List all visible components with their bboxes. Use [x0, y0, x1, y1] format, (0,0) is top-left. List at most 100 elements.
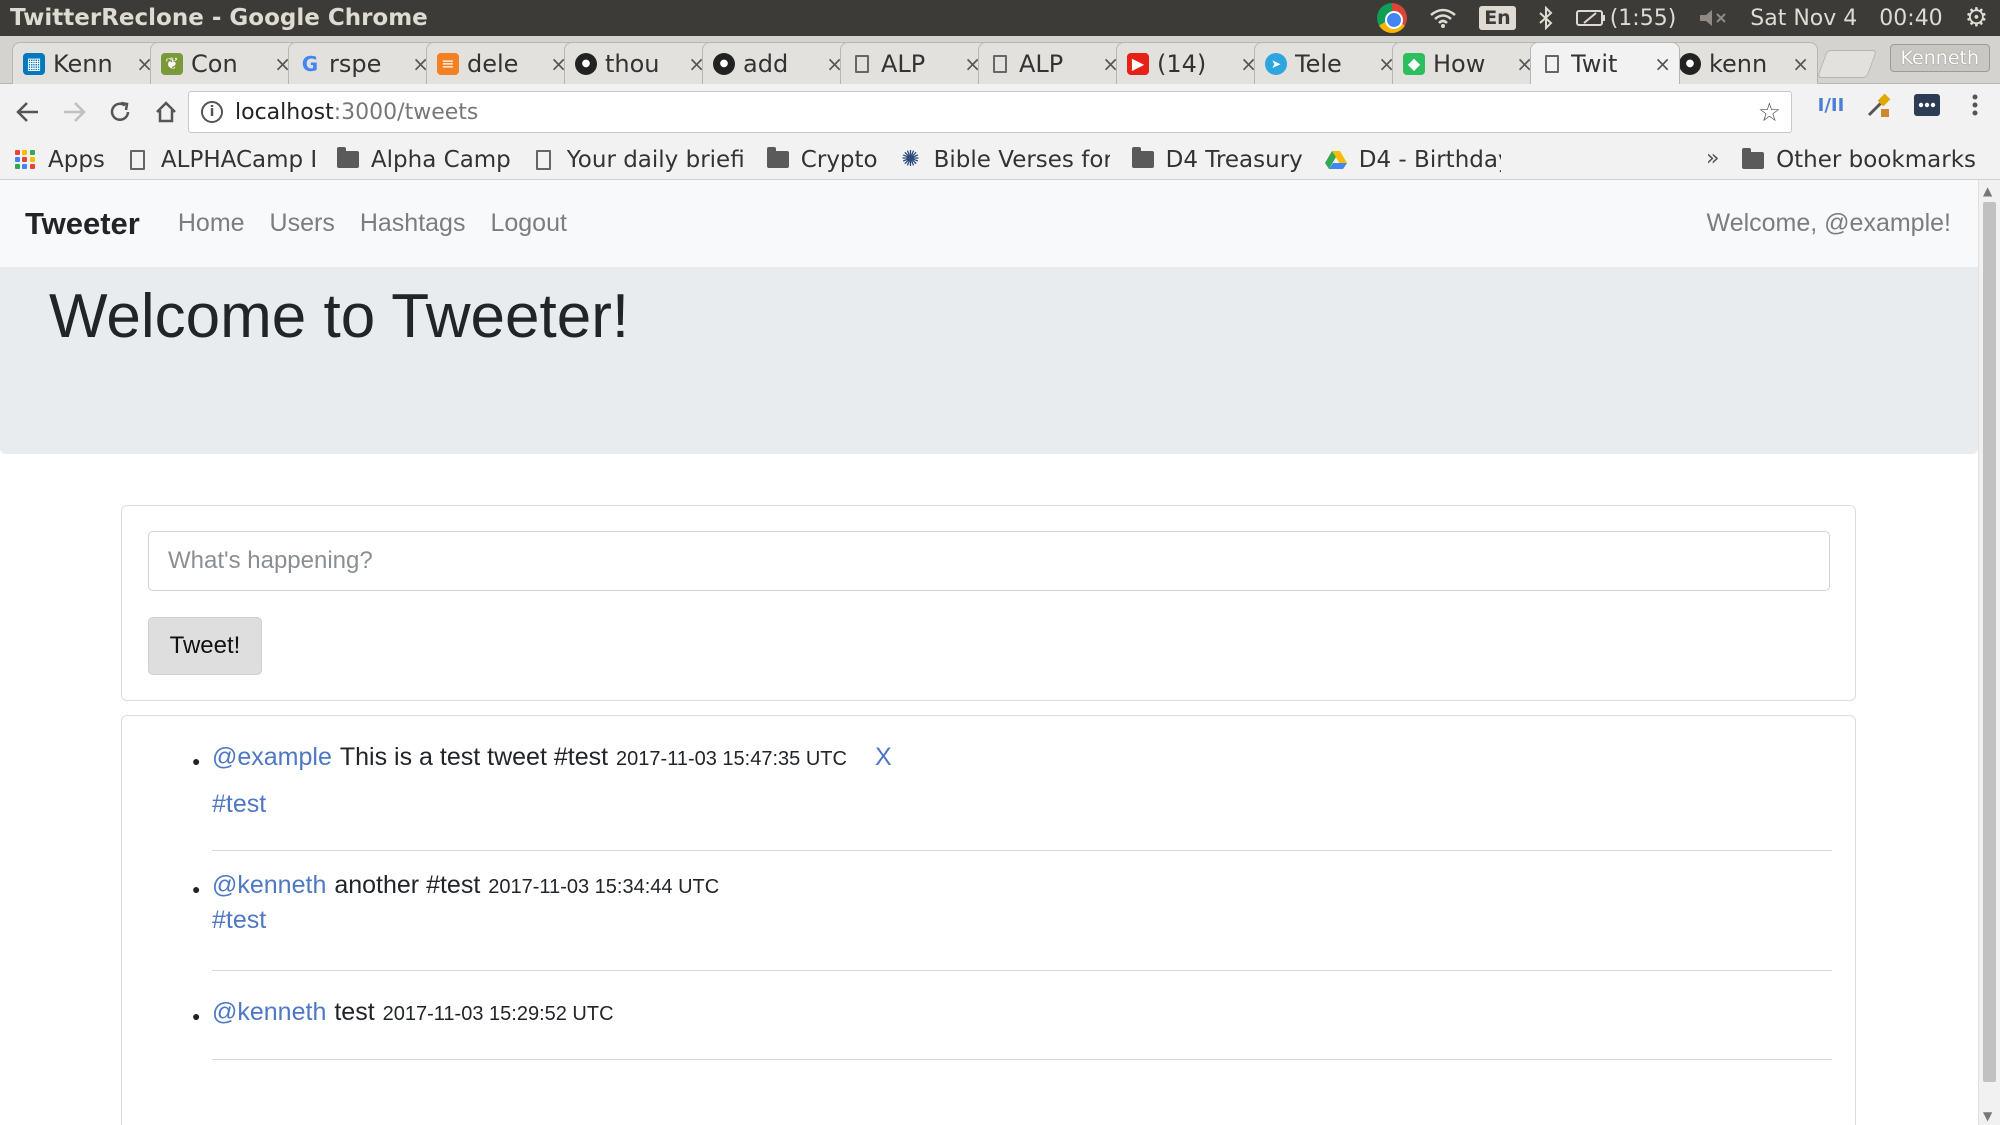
profile-button[interactable]: Kenneth — [1889, 44, 1990, 72]
home-button[interactable] — [144, 90, 188, 134]
tweet-author-link[interactable]: @kenneth — [212, 871, 326, 900]
volume-muted-icon[interactable] — [1698, 7, 1728, 29]
bookmark-label: D4 - Birthdays - G — [1358, 146, 1501, 173]
bookmark-star-icon[interactable]: ☆ — [1758, 98, 1781, 128]
page-viewport: Tweeter Home Users Hashtags Logout Welco… — [0, 180, 1978, 1125]
clock-display[interactable]: 00:40 — [1879, 6, 1942, 31]
tab-label: ALP — [1019, 49, 1064, 78]
battery-time: (1:55) — [1609, 5, 1677, 31]
tab-label: dele — [467, 49, 519, 78]
browser-tab[interactable]: ▦ Kenn × — [12, 42, 162, 84]
bookmark-item[interactable]: Your daily briefin — [533, 147, 745, 173]
bookmarks-bar: Apps ALPHACamp Doj Alpha Camp Your daily br… — [0, 140, 2000, 180]
browser-tab[interactable]: ● thou × — [564, 42, 714, 84]
other-bookmarks-folder[interactable]: Other bookmarks — [1742, 140, 1976, 180]
delete-tweet-button[interactable]: X — [875, 743, 892, 772]
welcome-user-text: Welcome, @example! — [1706, 209, 1951, 237]
tweet-author-link[interactable]: @example — [212, 743, 332, 772]
scroll-down-arrow-icon[interactable]: ▼ — [1983, 1109, 1992, 1123]
nav-hashtags[interactable]: Hashtags — [360, 209, 466, 238]
chrome-menu-icon[interactable] — [1960, 90, 1990, 120]
browser-tab[interactable]: Grspe × — [288, 42, 438, 84]
tab-label: (14) — [1157, 49, 1207, 78]
browser-tab[interactable]: ≡ dele × — [426, 42, 576, 84]
nav-home[interactable]: Home — [178, 209, 245, 238]
forward-button[interactable] — [52, 90, 96, 134]
url-host[interactable]: localhost — [235, 100, 334, 125]
close-tab-icon[interactable]: × — [1654, 52, 1671, 76]
compose-tweet-input[interactable] — [148, 531, 1830, 591]
url-path[interactable]: :3000/tweets — [334, 100, 479, 125]
tab-label: add — [743, 49, 789, 78]
new-tab-button[interactable] — [1816, 50, 1878, 78]
address-bar[interactable]: i localhost:3000/tweets ☆ — [188, 91, 1792, 133]
tweet-timestamp: 2017-11-03 15:34:44 UTC — [488, 876, 720, 898]
tab-label: Kenn — [53, 49, 113, 78]
app-navbar: Tweeter Home Users Hashtags Logout Welco… — [0, 180, 1978, 267]
nav-users[interactable]: Users — [270, 209, 335, 238]
page-scrollbar[interactable]: ▲ ▼ — [1978, 180, 2000, 1125]
chrome-icon[interactable] — [1377, 3, 1408, 33]
bookmarks-overflow-button[interactable]: » — [1706, 146, 1719, 171]
hashtag-link[interactable]: #test — [212, 790, 1832, 819]
tweet-item: ● @kenneth test 2017-11-03 15:29:52 UTC — [192, 998, 1832, 1060]
browser-tab[interactable]: ➤ Tele × — [1254, 42, 1404, 84]
browser-tab[interactable]: ◆ How × — [1392, 42, 1542, 84]
tweet-timestamp: 2017-11-03 15:47:35 UTC — [616, 748, 847, 770]
bookmark-item[interactable]: ✺ Bible Verses for — [900, 146, 1110, 173]
nav-logout[interactable]: Logout — [490, 209, 566, 238]
evernote-icon: ◆ — [1403, 52, 1425, 75]
bookmark-label: Your daily briefin — [566, 146, 745, 173]
bookmark-item[interactable]: ALPHACamp Doj — [127, 147, 315, 173]
browser-tab[interactable]: ▶ (14) × — [1116, 42, 1266, 84]
wifi-icon[interactable] — [1429, 7, 1457, 29]
folder-icon — [1131, 147, 1154, 171]
bookmark-item[interactable]: Alpha Camp — [336, 147, 511, 173]
browser-tab[interactable]: ● add × — [702, 42, 852, 84]
tweet-text: This is a test tweet #test — [339, 743, 609, 771]
brand-logo[interactable]: Tweeter — [25, 206, 140, 242]
bookmark-item[interactable]: Crypto — [766, 147, 878, 173]
instapaper-extension-icon[interactable]: I/II — [1816, 90, 1846, 120]
youtube-icon: ▶ — [1127, 52, 1149, 75]
scroll-up-arrow-icon[interactable]: ▲ — [1983, 184, 1992, 198]
bookmark-item[interactable]: D4 Treasury — [1131, 147, 1303, 173]
browser-tab[interactable]: ❦ Con × — [150, 42, 300, 84]
tweet-item: ● @kenneth another #test 2017-11-03 15:3… — [192, 871, 1832, 971]
page-icon — [127, 149, 149, 171]
back-button[interactable] — [6, 90, 50, 134]
bookmark-label: Bible Verses for — [933, 146, 1110, 173]
bluetooth-icon[interactable] — [1538, 6, 1554, 30]
browser-tab[interactable]: Twit × — [1530, 42, 1680, 84]
close-tab-icon[interactable]: × — [1792, 52, 1809, 76]
hashtag-link[interactable]: #test — [212, 906, 1832, 935]
reload-button[interactable] — [98, 90, 142, 134]
github-icon: ● — [575, 52, 597, 75]
battery-indicator[interactable]: (1:55) — [1575, 5, 1677, 31]
browser-tab[interactable]: ● kenn × — [1668, 42, 1818, 84]
apps-icon — [14, 149, 36, 171]
eyedropper-extension-icon[interactable] — [1864, 90, 1894, 120]
tweet-feed: ● @example This is a test tweet #test 20… — [121, 715, 1856, 1125]
list-bullet: ● — [192, 881, 201, 897]
ellipsis-extension-icon[interactable] — [1912, 90, 1942, 120]
scrollbar-thumb[interactable] — [1983, 202, 1996, 1082]
bookmark-item[interactable]: Apps — [14, 147, 105, 173]
keyboard-layout-indicator[interactable]: En — [1479, 6, 1516, 30]
page-title: Welcome to Tweeter! — [49, 282, 630, 351]
tweet-author-link[interactable]: @kenneth — [212, 998, 326, 1027]
settings-gear-icon[interactable]: ⚙ — [1965, 3, 1988, 33]
site-info-icon[interactable]: i — [201, 101, 223, 123]
date-display[interactable]: Sat Nov 4 — [1750, 6, 1857, 31]
browser-tab[interactable]: ALP × — [978, 42, 1128, 84]
github-icon: ● — [713, 52, 735, 75]
page-icon — [851, 53, 873, 75]
tab-label: ALP — [881, 49, 926, 78]
browser-tab[interactable]: ALP × — [840, 42, 990, 84]
github-icon: ● — [1679, 52, 1701, 75]
trello-icon: ▦ — [23, 52, 45, 75]
window-title: TwitterReclone - Google Chrome — [10, 5, 428, 31]
bookmark-item[interactable]: D4 - Birthdays - G — [1324, 146, 1501, 173]
drive-icon — [1324, 149, 1347, 171]
tweet-button[interactable]: Tweet! — [148, 617, 262, 675]
